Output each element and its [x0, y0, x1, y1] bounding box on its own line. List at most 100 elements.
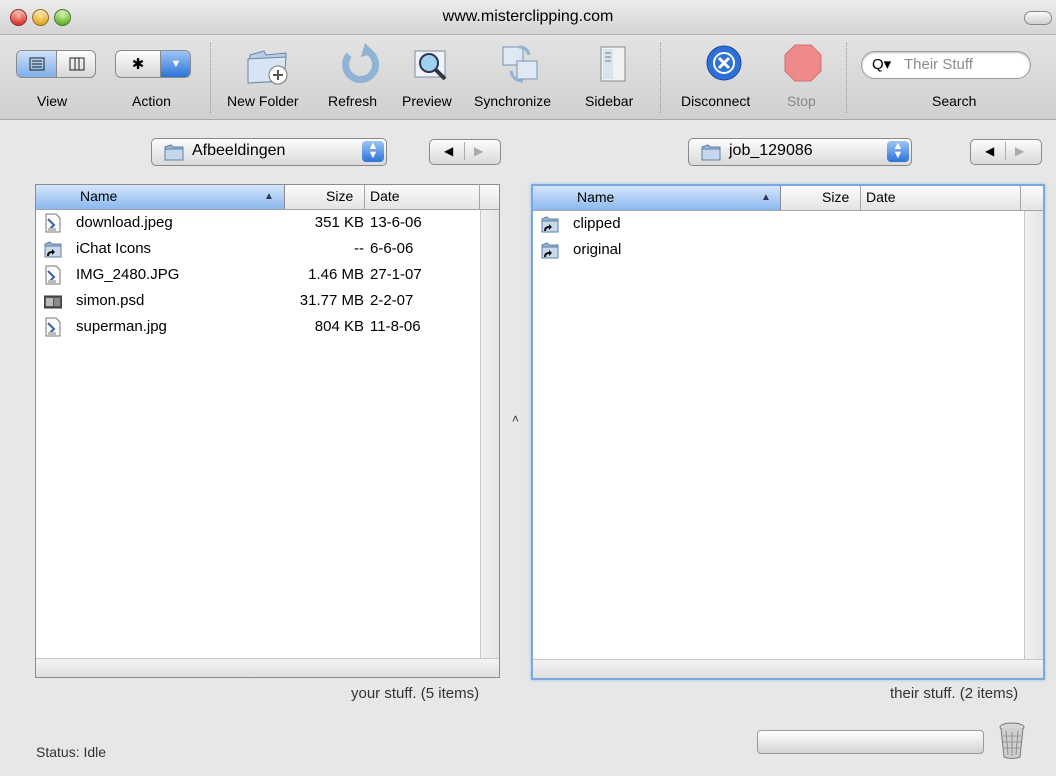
folder-icon	[164, 143, 184, 166]
status-text: Status: Idle	[36, 744, 107, 760]
local-folder-name: Afbeeldingen	[192, 142, 286, 159]
stop-icon[interactable]	[781, 41, 825, 90]
local-folder-popup[interactable]: Afbeeldingen ▲ ▼	[151, 138, 387, 166]
toolbar-separator	[210, 43, 211, 113]
list-header: Name ▲ Size Date	[36, 185, 499, 210]
toolbar: View ✱ ▼ Action New Folder Refresh Previ…	[0, 35, 1056, 120]
toolbar-toggle-button[interactable]	[1024, 11, 1052, 25]
stop-button[interactable]: Stop	[787, 93, 816, 109]
search-label: Search	[932, 93, 977, 109]
file-date: 6-6-06	[370, 240, 414, 257]
file-date: 13-6-06	[370, 214, 422, 231]
file-size: --	[354, 240, 364, 257]
refresh-icon[interactable]	[337, 41, 381, 90]
name-column-header[interactable]	[36, 185, 285, 209]
jpeg-file-icon	[44, 317, 62, 337]
file-name: iChat Icons	[76, 240, 152, 257]
date-column-header[interactable]: Date	[370, 188, 400, 204]
list-item[interactable]: simon.psd 31.77 MB 2-2-07	[36, 289, 499, 314]
file-name: original	[573, 241, 622, 258]
folder-icon	[701, 143, 721, 166]
remote-item-count: their stuff. (2 items)	[890, 685, 1019, 702]
toolbar-separator	[846, 43, 847, 113]
size-column-header[interactable]: Size	[822, 189, 849, 205]
synchronize-button[interactable]: Synchronize	[474, 93, 551, 109]
search-icon: Q▾	[872, 56, 892, 73]
file-name: download.jpeg	[76, 214, 173, 231]
sidebar-icon[interactable]	[593, 41, 633, 90]
file-date: 2-2-07	[370, 292, 414, 309]
refresh-button[interactable]: Refresh	[328, 93, 377, 109]
file-name: clipped	[573, 215, 621, 232]
sort-ascending-icon: ▲	[761, 192, 771, 203]
transfer-progress-bar	[757, 730, 984, 754]
preview-button[interactable]: Preview	[402, 93, 452, 109]
file-size: 804 KB	[314, 318, 364, 335]
chevron-updown-icon: ▲ ▼	[887, 141, 909, 162]
sort-ascending-icon: ▲	[264, 191, 274, 202]
new-folder-icon[interactable]	[244, 41, 292, 90]
date-column-header[interactable]: Date	[866, 189, 896, 205]
list-item[interactable]: original	[533, 238, 1043, 263]
alias-folder-icon	[541, 214, 559, 234]
back-arrow-icon[interactable]: ◀	[985, 144, 994, 158]
action-label: Action	[132, 93, 171, 109]
file-size: 1.46 MB	[308, 266, 364, 283]
local-file-list[interactable]: Name ▲ Size Date download.jpeg 351 KB 13-6…	[35, 184, 500, 678]
remote-folder-popup[interactable]: job_129086 ▲ ▼	[688, 138, 912, 166]
list-item[interactable]: iChat Icons -- 6-6-06	[36, 237, 499, 262]
list-view-icon[interactable]	[17, 51, 56, 77]
jpeg-file-icon	[44, 265, 62, 285]
toolbar-separator	[660, 43, 661, 113]
file-date: 11-8-06	[370, 318, 421, 335]
disconnect-icon[interactable]	[702, 41, 746, 90]
local-back-forward[interactable]: ◀ ▶	[429, 139, 501, 165]
file-size: 351 KB	[314, 214, 364, 231]
disconnect-button[interactable]: Disconnect	[681, 93, 750, 109]
jpeg-file-icon	[44, 213, 62, 233]
view-label: View	[37, 93, 68, 109]
synchronize-icon[interactable]	[497, 41, 545, 90]
local-item-count: your stuff. (5 items)	[351, 685, 480, 702]
preview-icon[interactable]	[409, 41, 453, 90]
horizontal-scrollbar[interactable]	[36, 658, 499, 677]
alias-folder-icon	[44, 239, 62, 259]
horizontal-scrollbar[interactable]	[533, 659, 1043, 678]
sidebar-button[interactable]: Sidebar	[585, 93, 633, 109]
list-item[interactable]: clipped	[533, 212, 1043, 237]
remote-back-forward[interactable]: ◀ ▶	[970, 139, 1042, 165]
vertical-scrollbar[interactable]	[1024, 211, 1043, 659]
view-mode-control[interactable]	[16, 50, 96, 78]
window-title: www.misterclipping.com	[442, 8, 614, 25]
forward-arrow-icon[interactable]: ▶	[474, 144, 483, 158]
new-folder-button[interactable]: New Folder	[227, 93, 299, 109]
column-view-icon[interactable]	[56, 51, 95, 77]
trash-icon[interactable]	[998, 722, 1026, 763]
forward-arrow-icon[interactable]: ▶	[1015, 144, 1024, 158]
file-name: IMG_2480.JPG	[76, 266, 180, 283]
file-size: 31.77 MB	[299, 292, 364, 309]
list-item[interactable]: IMG_2480.JPG 1.46 MB 27-1-07	[36, 263, 499, 288]
search-placeholder: Their Stuff	[904, 56, 973, 73]
name-column-label: Name	[80, 188, 118, 204]
alias-folder-icon	[541, 240, 559, 260]
title-bar: www.misterclipping.com	[0, 0, 1056, 35]
chevron-updown-icon: ▲ ▼	[362, 141, 384, 162]
action-button[interactable]: ✱ ▼	[115, 50, 191, 78]
list-header: Name ▲ Size Date	[533, 186, 1043, 211]
name-column-label: Name	[577, 189, 615, 205]
list-item[interactable]: superman.jpg 804 KB 11-8-06	[36, 315, 499, 340]
remote-file-list[interactable]: Name ▲ Size Date clipped original	[531, 184, 1045, 680]
psd-file-icon	[43, 291, 63, 311]
splitter-handle[interactable]: ˄	[512, 412, 519, 426]
search-field[interactable]: Q▾ Their Stuff	[861, 51, 1031, 79]
size-column-header[interactable]: Size	[326, 188, 353, 204]
file-date: 27-1-07	[370, 266, 422, 283]
name-column-header[interactable]	[533, 186, 781, 210]
chevron-down-icon: ▼	[160, 51, 190, 77]
file-name: superman.jpg	[76, 318, 167, 335]
gear-icon: ✱	[131, 56, 145, 73]
back-arrow-icon[interactable]: ◀	[444, 144, 453, 158]
vertical-scrollbar[interactable]	[480, 210, 499, 658]
list-item[interactable]: download.jpeg 351 KB 13-6-06	[36, 211, 499, 236]
